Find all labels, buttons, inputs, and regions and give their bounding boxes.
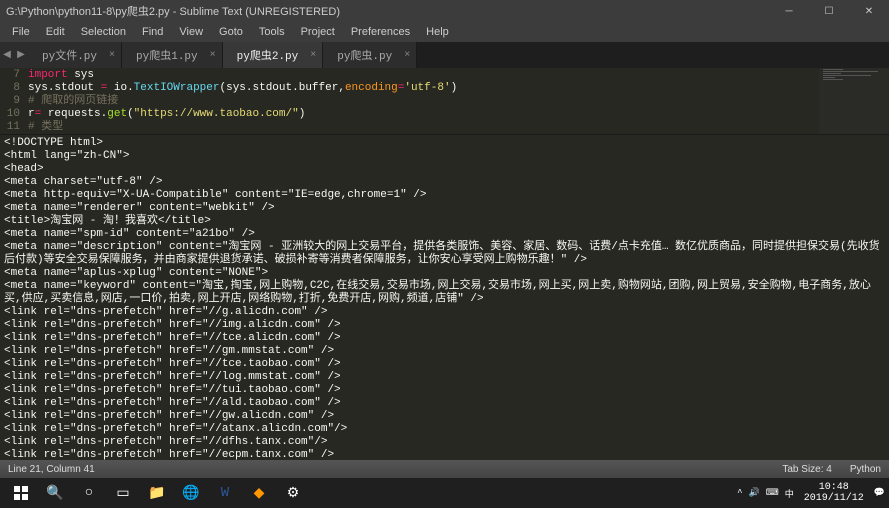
tab-close-icon[interactable]: ×: [109, 50, 115, 61]
menu-bar: FileEditSelectionFindViewGotoToolsProjec…: [0, 22, 889, 42]
taskbar: 🔍 ○ ▭ 📁 🌐 W ◆ ⚙ ^ 🔊 ⌨ 中 10:48 2019/11/12…: [0, 478, 889, 508]
tab-label: py爬虫2.py: [237, 47, 299, 63]
tab-scroll-right[interactable]: ▶: [14, 42, 28, 68]
word-icon[interactable]: W: [208, 478, 242, 508]
menu-find[interactable]: Find: [134, 24, 171, 40]
explorer-icon[interactable]: 📁: [140, 478, 174, 508]
tab-label: py爬虫.py: [337, 47, 392, 63]
tab-bar: ◀ ▶ py文件.py × py爬虫1.py × py爬虫2.py × py爬虫.py ×: [0, 42, 889, 68]
sublime-icon[interactable]: ◆: [242, 478, 276, 508]
tab-label: py文件.py: [42, 47, 97, 63]
close-button[interactable]: ✕: [849, 0, 889, 22]
chrome-icon[interactable]: 🌐: [174, 478, 208, 508]
clock[interactable]: 10:48 2019/11/12: [800, 482, 868, 504]
menu-help[interactable]: Help: [418, 24, 457, 40]
status-bar: Line 21, Column 41 Tab Size: 4 Python: [0, 460, 889, 478]
tab-close-icon[interactable]: ×: [310, 50, 316, 61]
editor-area[interactable]: 789101112 import syssys.stdout = io.Text…: [0, 68, 889, 134]
tab-close-icon[interactable]: ×: [210, 50, 216, 61]
tab[interactable]: py爬虫.py ×: [323, 42, 417, 68]
menu-tools[interactable]: Tools: [251, 24, 293, 40]
menu-selection[interactable]: Selection: [73, 24, 134, 40]
notification-icon[interactable]: 💬: [874, 488, 885, 498]
tray-expand-icon[interactable]: ^: [737, 488, 742, 498]
ime-icon-2[interactable]: 中: [785, 487, 794, 500]
tab[interactable]: py爬虫1.py ×: [122, 42, 223, 68]
tab-close-icon[interactable]: ×: [404, 50, 410, 61]
tab[interactable]: py爬虫2.py ×: [223, 42, 324, 68]
gutter: 789101112: [0, 68, 28, 134]
minimap[interactable]: [819, 68, 889, 134]
status-cursor: Line 21, Column 41: [8, 464, 95, 475]
code-content[interactable]: import syssys.stdout = io.TextIOWrapper(…: [28, 68, 457, 134]
status-syntax[interactable]: Python: [850, 464, 881, 475]
tab-scroll-left[interactable]: ◀: [0, 42, 14, 68]
menu-file[interactable]: File: [4, 24, 38, 40]
menu-view[interactable]: View: [171, 24, 211, 40]
maximize-button[interactable]: ☐: [809, 0, 849, 22]
minimize-button[interactable]: ─: [769, 0, 809, 22]
system-tray: ^ 🔊 ⌨ 中 10:48 2019/11/12 💬: [737, 482, 885, 504]
tab-label: py爬虫1.py: [136, 47, 198, 63]
app-icon[interactable]: ⚙: [276, 478, 310, 508]
tab[interactable]: py文件.py ×: [28, 42, 122, 68]
menu-goto[interactable]: Goto: [211, 24, 251, 40]
window-title: G:\Python\python11-8\py爬虫2.py - Sublime …: [6, 3, 340, 19]
title-bar: G:\Python\python11-8\py爬虫2.py - Sublime …: [0, 0, 889, 22]
menu-project[interactable]: Project: [293, 24, 343, 40]
ime-icon-1[interactable]: ⌨: [766, 488, 779, 498]
status-tabsize[interactable]: Tab Size: 4: [782, 464, 831, 475]
taskview-icon[interactable]: ▭: [106, 478, 140, 508]
search-icon[interactable]: 🔍: [38, 478, 72, 508]
menu-edit[interactable]: Edit: [38, 24, 73, 40]
output-panel[interactable]: <!DOCTYPE html> <html lang="zh-CN"> <hea…: [0, 134, 889, 460]
window-controls: ─ ☐ ✕: [769, 0, 889, 22]
start-button[interactable]: [4, 478, 38, 508]
cortana-icon[interactable]: ○: [72, 478, 106, 508]
menu-preferences[interactable]: Preferences: [343, 24, 418, 40]
sound-icon[interactable]: 🔊: [749, 488, 760, 498]
